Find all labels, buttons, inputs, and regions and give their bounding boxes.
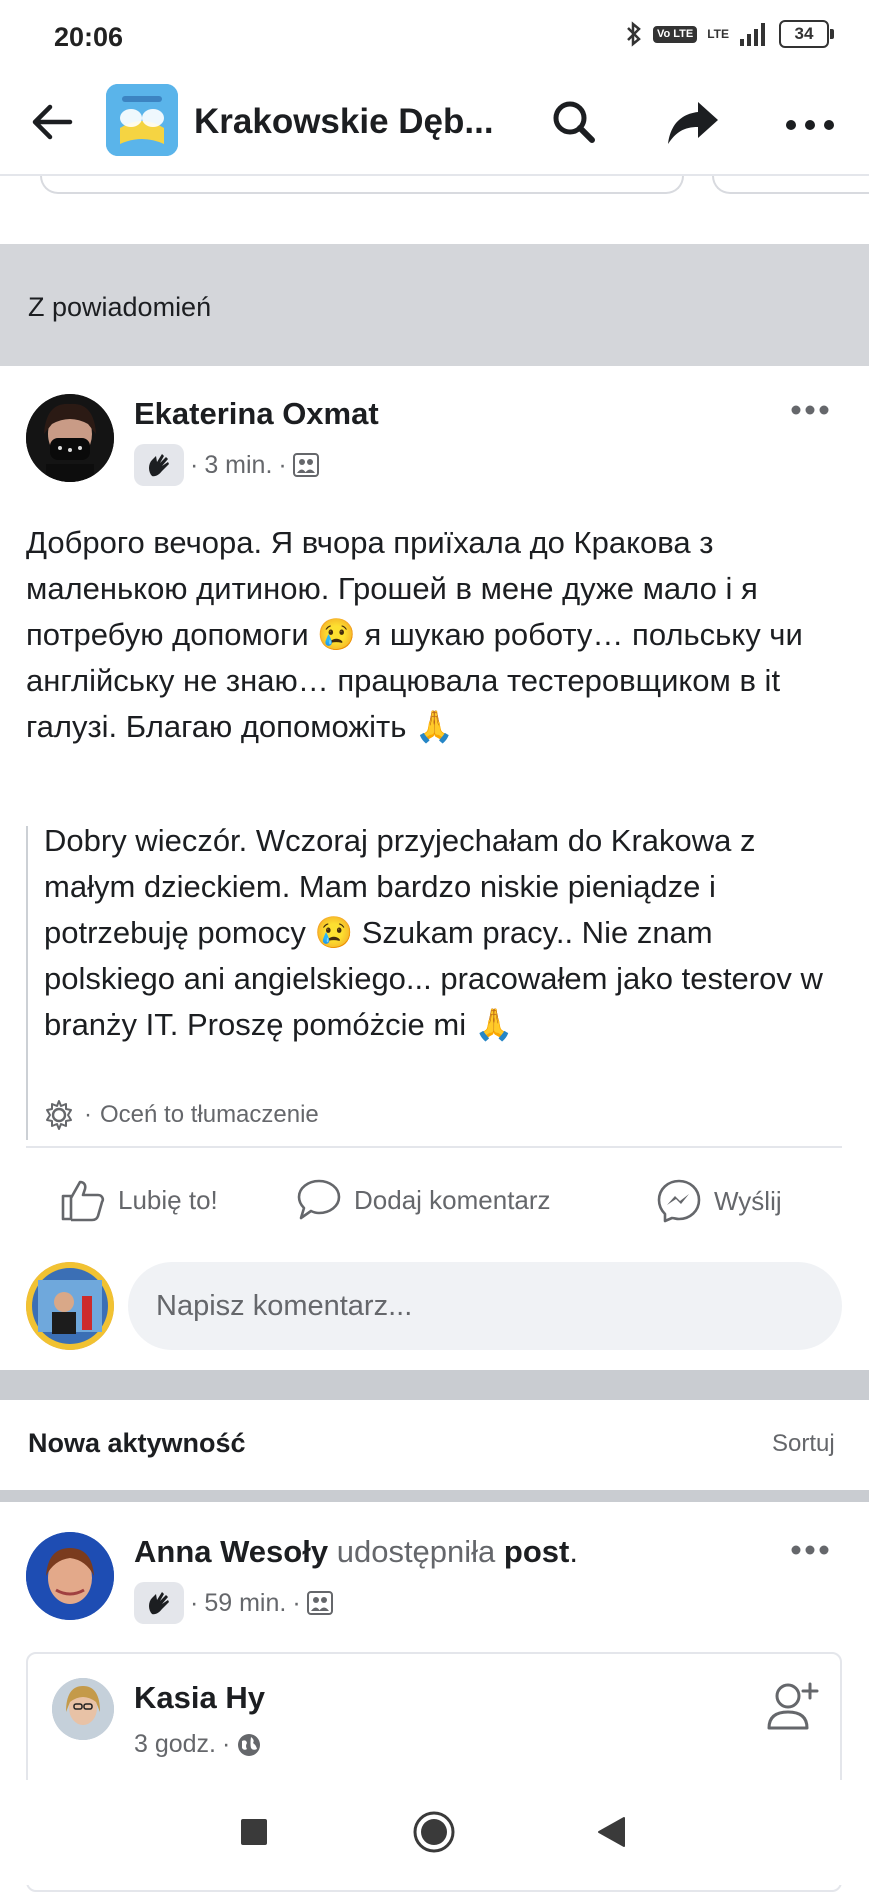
current-user-avatar[interactable]: [26, 1262, 114, 1350]
post-meta: · 3 min. ·: [134, 444, 319, 486]
add-friend-icon[interactable]: [766, 1680, 820, 1732]
comment-placeholder: Napisz komentarz...: [156, 1290, 413, 1322]
partial-card: [712, 176, 869, 194]
back-arrow-icon[interactable]: [26, 96, 78, 148]
send-label: Wyślij: [714, 1185, 782, 1216]
section-separator: [0, 1490, 869, 1502]
send-button[interactable]: Wyślij: [656, 1178, 782, 1224]
post-actions: Lubię to! Dodaj komentarz Wyślij: [0, 1168, 869, 1230]
globe-icon: [238, 1733, 261, 1756]
rate-translation[interactable]: · Oceń to tłumaczenie: [42, 1098, 319, 1132]
avatar-photo: [26, 394, 114, 482]
meta-separator: ·: [278, 450, 287, 479]
shared-period: .: [569, 1534, 578, 1569]
comment-label: Dodaj komentarz: [354, 1184, 551, 1215]
like-button[interactable]: Lubię to!: [60, 1178, 218, 1222]
waving-hand-badge: [134, 1582, 184, 1624]
shared-author-name[interactable]: Anna Wesoły: [134, 1534, 328, 1569]
bluetooth-icon: [627, 21, 641, 47]
author-avatar[interactable]: [26, 394, 114, 482]
shared-object-link[interactable]: post: [504, 1534, 569, 1569]
group-audience-icon: [292, 453, 319, 477]
sort-button[interactable]: Sortuj: [772, 1430, 835, 1458]
meta-separator: ·: [292, 1588, 301, 1617]
system-navigation-bar: [0, 1780, 869, 1885]
section-separator: [0, 1370, 869, 1400]
status-time: 20:06: [54, 22, 124, 52]
shared-post-header: Anna Wesoły udostępniła post.: [134, 1534, 578, 1570]
partial-card: [40, 176, 684, 194]
meta-separator: ·: [190, 450, 199, 479]
waving-hand-badge: [134, 444, 184, 486]
lte-label: LTE: [707, 27, 729, 41]
rate-translation-link[interactable]: Oceń to tłumaczenie: [100, 1101, 319, 1129]
original-post-meta: 3 godz. ·: [134, 1730, 262, 1759]
waving-hand-icon: [149, 1592, 169, 1615]
waving-hand-icon: [149, 454, 169, 477]
post-more-icon[interactable]: [790, 404, 830, 416]
group-avatar[interactable]: [106, 84, 178, 156]
like-label: Lubię to!: [118, 1184, 218, 1215]
post-time[interactable]: 3 min.: [204, 451, 272, 480]
translation-border: [26, 826, 28, 1140]
messenger-icon: [657, 1179, 701, 1223]
meta-separator: ·: [222, 1730, 231, 1758]
avatar-photo: [26, 1262, 114, 1350]
meta-separator: ·: [84, 1101, 92, 1128]
status-bar: 20:06 Vo LTE LTE 34: [0, 0, 869, 74]
original-author-avatar[interactable]: [52, 1678, 114, 1740]
more-options-icon[interactable]: [784, 118, 836, 132]
group-logo-icon: [106, 84, 178, 156]
status-icons: Vo LTE LTE 34: [625, 20, 834, 48]
notification-section-label: Z powiadomień: [28, 292, 212, 322]
share-icon[interactable]: [664, 94, 722, 150]
group-audience-icon: [306, 1591, 333, 1615]
settings-gear-icon: [46, 1100, 72, 1130]
back-nav-icon[interactable]: [596, 1816, 626, 1848]
battery-indicator: 34: [779, 20, 834, 48]
group-title[interactable]: Krakowskie Dęb...: [194, 102, 494, 142]
thumbs-up-icon: [61, 1180, 105, 1222]
shared-author-avatar[interactable]: [26, 1532, 114, 1620]
search-icon[interactable]: [548, 96, 600, 148]
signal-icon: [740, 23, 765, 46]
group-header: Krakowskie Dęb...: [0, 74, 869, 174]
post-divider: [26, 1146, 842, 1148]
shared-post-meta: · 59 min. ·: [134, 1582, 333, 1624]
shared-post-time[interactable]: 59 min.: [204, 1589, 286, 1618]
post-text: Доброго вечора. Я вчора приїхала до Крак…: [26, 525, 803, 744]
home-icon[interactable]: [412, 1810, 456, 1854]
avatar-photo: [52, 1678, 114, 1740]
shared-verb: udostępniła: [336, 1534, 496, 1569]
comment-button[interactable]: Dodaj komentarz: [296, 1178, 551, 1222]
original-post-time[interactable]: 3 godz.: [134, 1730, 216, 1759]
translated-text: Dobry wieczór. Wczoraj przyjechałam do K…: [44, 823, 823, 1042]
original-author-name[interactable]: Kasia Hy: [134, 1680, 265, 1716]
comment-icon: [297, 1179, 341, 1220]
volte-badge: Vo LTE: [652, 25, 698, 43]
recent-apps-icon[interactable]: [240, 1818, 268, 1846]
meta-separator: ·: [190, 1588, 199, 1617]
post-author-name[interactable]: Ekaterina Oxmat: [134, 396, 379, 432]
shared-post-more-icon[interactable]: [790, 1544, 830, 1556]
avatar-photo: [26, 1532, 114, 1620]
activity-title: Nowa aktywność: [28, 1428, 246, 1458]
